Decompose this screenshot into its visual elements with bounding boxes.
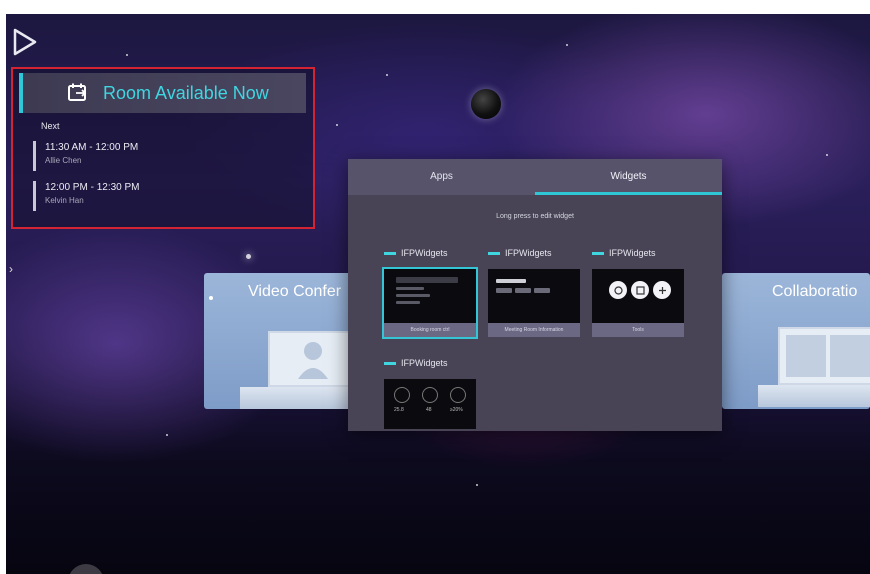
widget-group-name: IFPWidgets bbox=[401, 248, 448, 258]
person-icon bbox=[298, 342, 328, 379]
star bbox=[166, 434, 168, 436]
group-dash bbox=[488, 251, 500, 255]
group-dash bbox=[384, 361, 396, 365]
card-title: Collaboratio bbox=[772, 283, 858, 300]
collaboration-card[interactable]: Collaboratio bbox=[722, 273, 870, 409]
room-status-header[interactable]: Room Available Now bbox=[19, 73, 306, 113]
sensor-value: ≥20% bbox=[450, 407, 463, 413]
preview-line bbox=[396, 287, 424, 290]
chevron-right-icon[interactable]: › bbox=[9, 262, 13, 276]
laptop-base bbox=[240, 387, 354, 409]
widget-thumbnail-meeting-info[interactable]: Meeting Room Information bbox=[488, 269, 580, 337]
star bbox=[386, 74, 388, 76]
meeting-person: Kelvin Han bbox=[45, 196, 84, 205]
panel-tabs: Apps Widgets bbox=[348, 159, 722, 195]
home-screen: › Room Available Now Next 11:30 AM - 12:… bbox=[6, 14, 870, 574]
preview-line bbox=[396, 294, 430, 297]
widget-group-name: IFPWidgets bbox=[609, 248, 656, 258]
star bbox=[566, 44, 568, 46]
widget-preview: 25.8 48 ≥20% bbox=[384, 379, 476, 429]
widget-thumbnail-sensors[interactable]: 25.8 48 ≥20% bbox=[384, 379, 476, 429]
next-label: Next bbox=[41, 121, 60, 131]
widget-group-name: IFPWidgets bbox=[401, 358, 448, 368]
star bbox=[126, 54, 128, 56]
tab-apps[interactable]: Apps bbox=[348, 159, 535, 195]
widget-preview bbox=[488, 269, 580, 323]
split-pane-left bbox=[786, 335, 826, 377]
widget-group-label: IFPWidgets bbox=[592, 248, 656, 258]
widget-group-label: IFPWidgets bbox=[488, 248, 552, 258]
preview-chip bbox=[515, 288, 531, 293]
card-title: Video Confer bbox=[248, 283, 342, 300]
widget-thumbnail-booking[interactable]: Booking room ctrl bbox=[382, 267, 478, 339]
dial-gauge-icon bbox=[450, 387, 466, 403]
bottom-nav-circle[interactable] bbox=[68, 564, 104, 574]
meeting-item[interactable]: 12:00 PM - 12:30 PM Kelvin Han bbox=[33, 181, 233, 211]
widget-group-name: IFPWidgets bbox=[505, 248, 552, 258]
laptop-illustration bbox=[778, 327, 870, 385]
sensor-value: 25.8 bbox=[394, 407, 404, 413]
meeting-time: 11:30 AM - 12:00 PM bbox=[45, 142, 139, 153]
star bbox=[336, 124, 338, 126]
room-status-widget[interactable]: Room Available Now Next 11:30 AM - 12:00… bbox=[11, 67, 315, 229]
room-status-text: Room Available Now bbox=[103, 82, 269, 103]
preview-line bbox=[396, 301, 420, 304]
group-dash bbox=[384, 251, 396, 255]
widget-preview bbox=[592, 269, 684, 323]
widget-caption: Booking room ctrl bbox=[384, 323, 476, 337]
calendar-icon bbox=[68, 83, 87, 101]
meeting-item[interactable]: 11:30 AM - 12:00 PM Allie Chen bbox=[33, 141, 233, 171]
widget-group-label: IFPWidgets bbox=[384, 248, 448, 258]
tab-widgets[interactable]: Widgets bbox=[535, 159, 722, 195]
preview-chip bbox=[534, 288, 550, 293]
laptop-illustration bbox=[268, 331, 354, 387]
widget-picker-panel: Apps Widgets Long press to edit widget I… bbox=[348, 159, 722, 431]
cropped-caption-strip bbox=[0, 0, 870, 14]
tool-circle-icon bbox=[653, 281, 671, 299]
split-pane-right bbox=[830, 335, 870, 377]
dial-gauge-icon bbox=[394, 387, 410, 403]
card-indicator-dot bbox=[209, 296, 213, 300]
meeting-time: 12:00 PM - 12:30 PM bbox=[45, 182, 140, 193]
dial-gauge-icon bbox=[422, 387, 438, 403]
widget-thumbnail-tools[interactable]: Tools bbox=[592, 269, 684, 337]
star bbox=[246, 254, 251, 259]
planet-image bbox=[471, 89, 501, 119]
preview-chip bbox=[496, 288, 512, 293]
edit-hint-text: Long press to edit widget bbox=[496, 213, 574, 220]
tool-circle-icon bbox=[631, 281, 649, 299]
laptop-base bbox=[758, 385, 870, 407]
sensor-value: 48 bbox=[426, 407, 432, 413]
preview-bar bbox=[396, 277, 458, 283]
widget-preview bbox=[384, 269, 476, 323]
tool-circle-icon bbox=[609, 281, 627, 299]
star bbox=[826, 154, 828, 156]
preview-line bbox=[496, 279, 526, 283]
widget-caption: Tools bbox=[592, 323, 684, 337]
group-dash bbox=[592, 251, 604, 255]
widget-group-label: IFPWidgets bbox=[384, 358, 448, 368]
meeting-person: Allie Chen bbox=[45, 156, 82, 165]
play-triangle-icon[interactable] bbox=[12, 28, 38, 56]
video-conference-card[interactable]: Video Confer bbox=[204, 273, 354, 409]
star bbox=[476, 484, 478, 486]
widget-caption: Meeting Room Information bbox=[488, 323, 580, 337]
